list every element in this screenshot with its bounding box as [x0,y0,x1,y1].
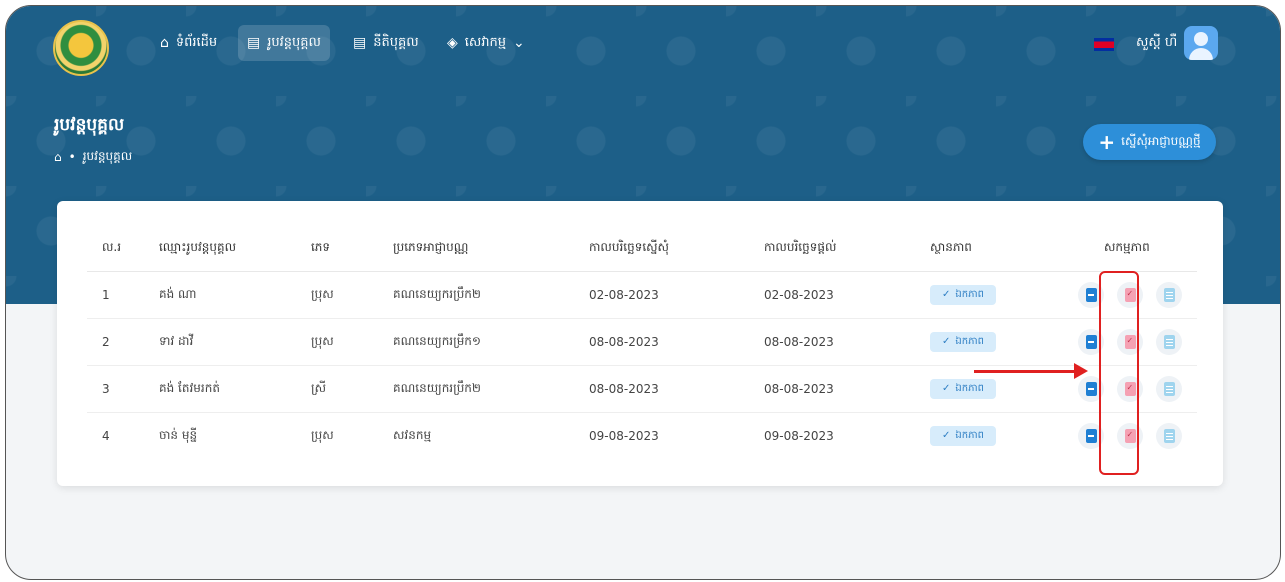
status-badge: ✓ ឯកភាព [930,284,996,305]
nav-item-legal-entities[interactable]: ▤ នីតិបុគ្គល [344,25,428,61]
top-navigation: ⌂ ទំព័រដើម ▤ រូបវន្តបុគ្គល ▤ នីតិបុគ្គល … [6,6,1280,84]
header-license-type: ប្រភេទអាជ្ញាបណ្ណ [393,226,589,272]
cell-status: ✓ ឯកភាព [930,318,1078,366]
layers-icon: ◈ [447,35,458,51]
breadcrumb: ⌂ • រូបវន្តបុគ្គល [54,148,132,166]
home-icon: ⌂ [160,35,169,51]
check-icon: ✓ [942,430,951,442]
document-icon [1085,287,1097,302]
table-row: 1 គង់ ណា ប្រុស គណនេយ្យករប្រឹក២ 02-08-202… [87,271,1197,319]
header-status: ស្ថានភាព [930,226,1078,272]
user-greeting: សួស្តី ហឺ [1136,35,1178,50]
header-name: ឈ្មោះរូបវន្តបុគ្គល [159,226,311,272]
app-frame: ⌂ ទំព័រដើម ▤ រូបវន្តបុគ្គល ▤ នីតិបុគ្គល … [5,5,1281,580]
annotation-arrow-head [1074,363,1088,379]
breadcrumb-separator: • [68,150,76,164]
document-icon [1085,428,1097,443]
data-table-card: ល.រ ឈ្មោះរូបវន្តបុគ្គល ភេទ ប្រភេទអាជ្ញាប… [57,201,1223,486]
annotation-highlight-box [1099,271,1139,475]
cell-request-date: 08-08-2023 [589,318,764,366]
check-icon: ✓ [942,289,951,300]
cell-name: គង់ ណា [159,271,311,319]
page-title: រូបវន្តបុគ្គល [54,115,125,135]
view-details-button[interactable] [1156,281,1182,308]
check-icon: ✓ [942,336,951,347]
view-details-button[interactable] [1156,375,1182,402]
document-icon [1085,381,1097,396]
cell-request-date: 08-08-2023 [589,365,764,413]
cell-issue-date: 02-08-2023 [764,271,930,319]
status-label: ឯកភាព [955,289,984,300]
table-row: 4 ចាន់ មុន្នី ប្រុស សវនកម្ម 09-08-2023 0… [87,412,1197,459]
cell-no: 4 [102,428,110,443]
cell-status: ✓ ឯកភាព [930,412,1078,459]
cell-request-date: 09-08-2023 [589,428,659,443]
cell-name: ចាន់ មុន្នី [159,427,198,442]
cell-name: ទាវ ដាវី [159,318,311,366]
header-actions: សកម្មភាព [1078,226,1197,272]
clipboard-icon [1163,428,1175,443]
cell-request-date: 02-08-2023 [589,271,764,319]
clipboard-icon [1163,334,1175,349]
breadcrumb-current: រូបវន្តបុគ្គល [82,149,133,163]
cell-name: គង់ តែវមរកត់ [159,365,311,413]
status-label: ឯកភាព [955,336,984,347]
logo[interactable] [53,20,109,76]
cell-gender: ប្រុស [311,427,334,442]
nav-item-label: រូបវន្តបុគ្គល [267,34,321,50]
nav-item-label: ទំព័រដើម [175,34,218,50]
document-icon: ▤ [247,35,261,51]
header-gender: ភេទ [311,226,393,272]
cell-gender: ប្រុស [311,318,393,366]
nav-item-individuals[interactable]: ▤ រូបវន្តបុគ្គល [238,25,330,61]
table-header-row: ល.រ ឈ្មោះរូបវន្តបុគ្គល ភេទ ប្រភេទអាជ្ញាប… [87,226,1197,272]
check-icon: ✓ [942,383,951,394]
add-license-button[interactable]: + ស្នើសុំអាជ្ញាបណ្ណថ្មី [1083,124,1216,160]
cell-gender: ប្រុស [311,271,393,319]
chevron-down-icon: ⌄ [513,35,525,51]
cell-license-type: សវនកម្ម [393,427,432,442]
cell-license-type: គណនេយ្យករប្រឹក២ [393,271,589,319]
cell-issue-date: 08-08-2023 [764,318,930,366]
view-details-button[interactable] [1156,328,1182,355]
cell-gender: ស្រី [311,365,393,413]
status-label: ឯកភាព [955,430,984,442]
status-label: ឯកភាព [955,383,984,394]
nav-item-label: សេវាកម្ម [464,34,507,50]
status-badge: ✓ ឯកភាព [930,425,996,446]
header-issue-date: កាលបរិច្ឆេទផ្តល់ [764,226,930,272]
individuals-table: ល.រ ឈ្មោះរូបវន្តបុគ្គល ភេទ ប្រភេទអាជ្ញាប… [87,226,1197,459]
cell-license-type: គណនេយ្យករម្រឹក១ [393,318,589,366]
view-details-button[interactable] [1156,422,1182,449]
table-row: 2 ទាវ ដាវី ប្រុស គណនេយ្យករម្រឹក១ 08-08-2… [87,318,1197,366]
header-no: ល.រ [87,226,159,272]
document-icon: ▤ [353,35,367,51]
document-icon [1085,334,1097,349]
nav-item-services[interactable]: ◈ សេវាកម្ម ⌄ [438,25,534,61]
status-badge: ✓ ឯកភាព [930,378,996,399]
nav-item-label: នីតិបុគ្គល [373,34,419,50]
cell-no: 3 [87,365,159,413]
add-license-label: ស្នើសុំអាជ្ញាបណ្ណថ្មី [1121,134,1201,148]
cell-issue-date: 08-08-2023 [764,365,930,413]
clipboard-icon [1163,381,1175,396]
language-flag-icon[interactable] [1094,38,1114,51]
cell-status: ✓ ឯកភាព [930,271,1078,319]
header-request-date: កាលបរិច្ឆេទស្នើសុំ [589,226,764,272]
cell-license-type: គណនេយ្យករប្រឹក២ [393,365,589,413]
avatar[interactable] [1184,26,1218,60]
home-icon[interactable]: ⌂ [54,150,62,164]
cell-no: 2 [87,318,159,366]
status-badge: ✓ ឯកភាព [930,331,996,352]
cell-issue-date: 09-08-2023 [764,428,834,443]
nav-item-home[interactable]: ⌂ ទំព័រដើម [151,25,226,61]
cell-no: 1 [87,271,159,319]
clipboard-icon [1163,287,1175,302]
annotation-arrow [974,370,1077,373]
plus-icon: + [1098,130,1116,154]
